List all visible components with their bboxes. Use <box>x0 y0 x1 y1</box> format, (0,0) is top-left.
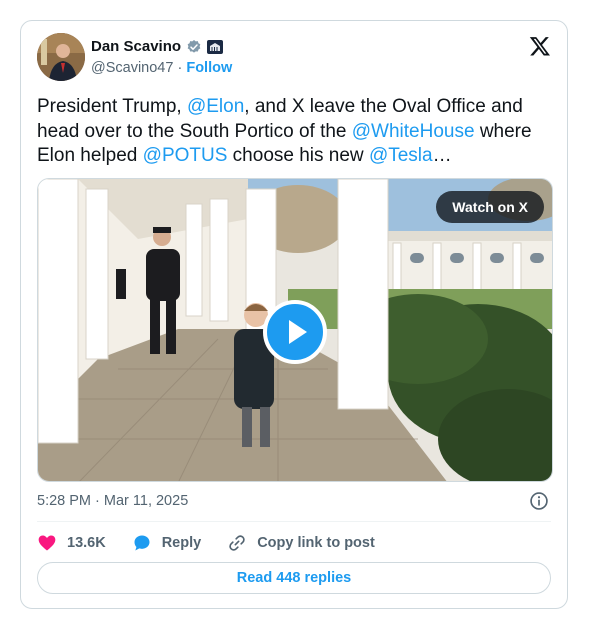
post-text-segment: choose his new <box>227 145 369 166</box>
author-avatar[interactable] <box>37 33 85 81</box>
author-handle[interactable]: @Scavino47 <box>91 60 173 76</box>
reply-label: Reply <box>161 535 202 551</box>
info-icon[interactable] <box>529 491 549 511</box>
author-name[interactable]: Dan Scavino <box>91 38 181 55</box>
mention-link[interactable]: @POTUS <box>143 145 228 166</box>
author-name-row: Dan Scavino <box>91 38 224 55</box>
white-house-badge-icon <box>207 39 224 54</box>
action-bar: 13.6K Reply Copy link to post <box>37 533 401 553</box>
author-handle-row: @Scavino47 · Follow <box>91 60 232 76</box>
x-logo-icon[interactable] <box>529 35 551 57</box>
copy-link-button[interactable]: Copy link to post <box>227 533 375 553</box>
post-text: President Trump, @Elon, and X leave the … <box>37 95 557 169</box>
handle-separator: · <box>177 60 183 76</box>
reply-button[interactable]: Reply <box>132 533 202 553</box>
post-timestamp[interactable]: 5:28 PM · Mar 11, 2025 <box>37 493 188 509</box>
play-icon <box>289 320 307 344</box>
link-icon <box>229 535 245 551</box>
copy-link-label: Copy link to post <box>257 535 375 551</box>
mention-link[interactable]: @WhiteHouse <box>352 121 475 142</box>
play-button[interactable] <box>263 300 327 364</box>
post-card: Dan Scavino @Scavino47 · Follow Presiden… <box>20 20 568 609</box>
watch-on-x-button[interactable]: Watch on X <box>436 191 544 223</box>
like-button[interactable]: 13.6K <box>37 533 106 553</box>
post-text-segment: … <box>432 145 452 166</box>
video-player[interactable]: Watch on X <box>37 178 553 482</box>
reply-bubble-icon <box>134 535 150 551</box>
heart-icon <box>38 535 56 551</box>
mention-link[interactable]: @Elon <box>187 96 244 117</box>
mention-link[interactable]: @Tesla <box>369 145 433 166</box>
post-text-segment: President Trump, <box>37 96 187 117</box>
like-count: 13.6K <box>67 535 106 551</box>
divider <box>37 521 551 522</box>
verified-badge-icon <box>187 39 201 53</box>
read-replies-button[interactable]: Read 448 replies <box>37 562 551 594</box>
follow-button[interactable]: Follow <box>186 60 232 76</box>
